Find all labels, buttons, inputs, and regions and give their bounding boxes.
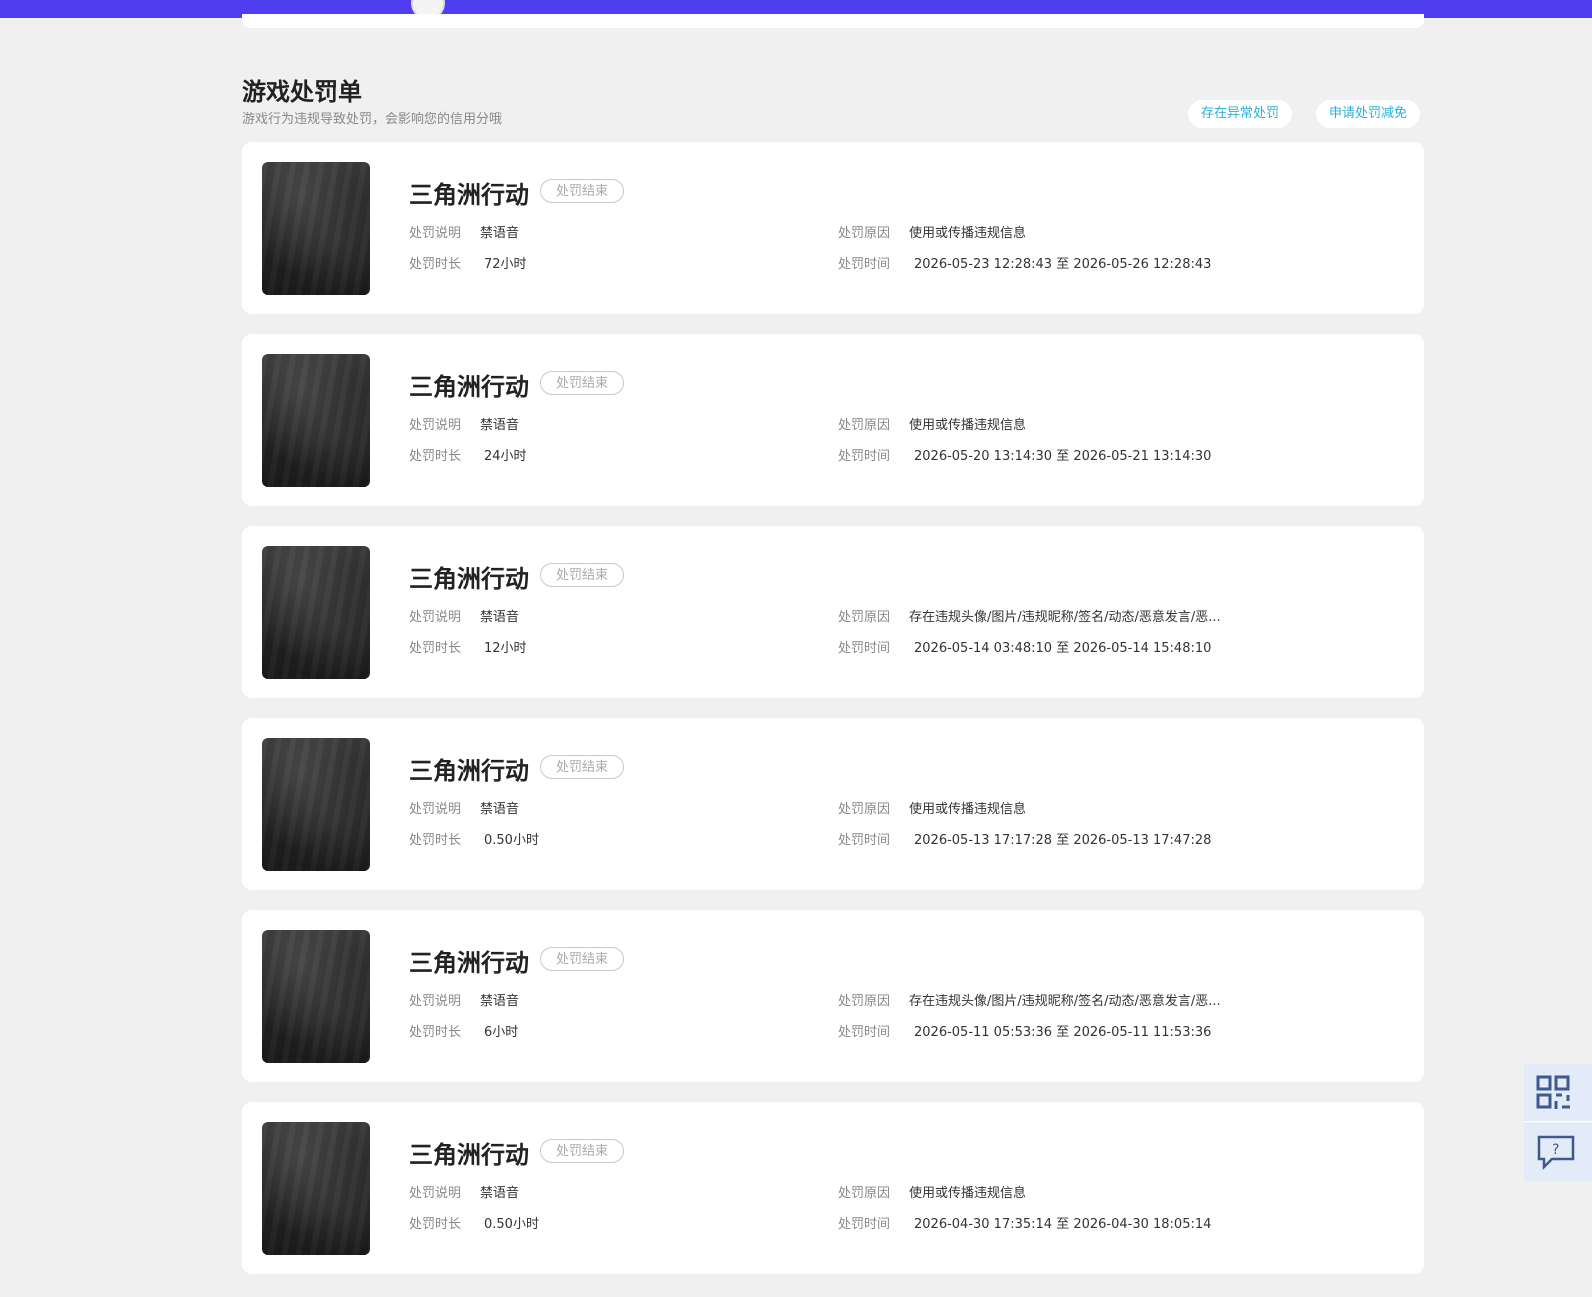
desc-label: 处罚说明 <box>409 610 462 625</box>
reason-label: 处罚原因 <box>838 226 891 241</box>
game-name: 三角洲行动 <box>409 949 529 977</box>
time-label: 处罚时间 <box>838 1217 891 1232</box>
game-name: 三角洲行动 <box>409 373 529 401</box>
desc-value: 禁语音 <box>480 1186 520 1201</box>
duration-value: 6小时 <box>484 1025 519 1040</box>
time-label: 处罚时间 <box>838 641 891 656</box>
svg-text:?: ? <box>1552 1142 1559 1158</box>
status-badge: 处罚结束 <box>540 1139 624 1163</box>
game-cover-image <box>262 738 370 871</box>
reason-value: 使用或传播违规信息 <box>909 418 1027 433</box>
status-badge: 处罚结束 <box>540 371 624 395</box>
game-name: 三角洲行动 <box>409 565 529 593</box>
game-cover-image <box>262 930 370 1063</box>
reason-label: 处罚原因 <box>838 418 891 433</box>
duration-value: 72小时 <box>484 257 527 272</box>
time-value: 2026-05-20 13:14:30 至 2026-05-21 13:14:3… <box>914 449 1212 464</box>
desc-label: 处罚说明 <box>409 1186 462 1201</box>
reason-value: 使用或传播违规信息 <box>909 802 1027 817</box>
desc-label: 处罚说明 <box>409 226 462 241</box>
penalty-card: 三角洲行动 处罚结束 处罚说明 禁语音 处罚时长 0.50小时 处罚原因 使用或… <box>242 1102 1424 1274</box>
desc-value: 禁语音 <box>480 226 520 241</box>
time-value: 2026-05-14 03:48:10 至 2026-05-14 15:48:1… <box>914 641 1212 656</box>
game-cover-image <box>262 1122 370 1255</box>
penalty-card: 三角洲行动 处罚结束 处罚说明 禁语音 处罚时长 6小时 处罚原因 存在违规头像… <box>242 910 1424 1082</box>
penalty-card: 三角洲行动 处罚结束 处罚说明 禁语音 处罚时长 72小时 处罚原因 使用或传播… <box>242 142 1424 314</box>
time-label: 处罚时间 <box>838 257 891 272</box>
duration-value: 24小时 <box>484 449 527 464</box>
duration-label: 处罚时长 <box>409 641 462 656</box>
penalty-card: 三角洲行动 处罚结束 处罚说明 禁语音 处罚时长 24小时 处罚原因 使用或传播… <box>242 334 1424 506</box>
time-value: 2026-04-30 17:35:14 至 2026-04-30 18:05:1… <box>914 1217 1212 1232</box>
reason-label: 处罚原因 <box>838 994 891 1009</box>
time-value: 2026-05-11 05:53:36 至 2026-05-11 11:53:3… <box>914 1025 1212 1040</box>
reason-value: 存在违规头像/图片/违规昵称/签名/动态/恶意发言/恶... <box>909 994 1221 1009</box>
game-name: 三角洲行动 <box>409 181 529 209</box>
penalty-card: 三角洲行动 处罚结束 处罚说明 禁语音 处罚时长 0.50小时 处罚原因 使用或… <box>242 718 1424 890</box>
time-value: 2026-05-23 12:28:43 至 2026-05-26 12:28:4… <box>914 257 1212 272</box>
duration-value: 0.50小时 <box>484 1217 539 1232</box>
desc-label: 处罚说明 <box>409 802 462 817</box>
status-badge: 处罚结束 <box>540 563 624 587</box>
game-cover-image <box>262 162 370 295</box>
desc-label: 处罚说明 <box>409 418 462 433</box>
duration-label: 处罚时长 <box>409 1025 462 1040</box>
desc-label: 处罚说明 <box>409 994 462 1009</box>
report-abnormal-penalty-button[interactable]: 存在异常处罚 <box>1188 100 1293 128</box>
status-badge: 处罚结束 <box>540 179 624 203</box>
page-title: 游戏处罚单 <box>242 78 362 106</box>
desc-value: 禁语音 <box>480 994 520 1009</box>
help-chat-icon: ? <box>1537 1135 1575 1170</box>
desc-value: 禁语音 <box>480 802 520 817</box>
duration-label: 处罚时长 <box>409 257 462 272</box>
reason-value: 使用或传播违规信息 <box>909 226 1027 241</box>
help-chat-button[interactable]: ? <box>1524 1123 1592 1181</box>
desc-value: 禁语音 <box>480 418 520 433</box>
header-card <box>242 14 1424 28</box>
time-value: 2026-05-13 17:17:28 至 2026-05-13 17:47:2… <box>914 833 1212 848</box>
status-badge: 处罚结束 <box>540 947 624 971</box>
reason-value: 存在违规头像/图片/违规昵称/签名/动态/恶意发言/恶... <box>909 610 1221 625</box>
duration-label: 处罚时长 <box>409 449 462 464</box>
duration-value: 0.50小时 <box>484 833 539 848</box>
game-name: 三角洲行动 <box>409 757 529 785</box>
duration-value: 12小时 <box>484 641 527 656</box>
reason-label: 处罚原因 <box>838 802 891 817</box>
apply-penalty-reduction-button[interactable]: 申请处罚减免 <box>1316 100 1421 128</box>
desc-value: 禁语音 <box>480 610 520 625</box>
game-name: 三角洲行动 <box>409 1141 529 1169</box>
game-cover-image <box>262 546 370 679</box>
page-subtitle: 游戏行为违规导致处罚，会影响您的信用分哦 <box>242 112 503 127</box>
duration-label: 处罚时长 <box>409 833 462 848</box>
time-label: 处罚时间 <box>838 833 891 848</box>
reason-label: 处罚原因 <box>838 610 891 625</box>
duration-label: 处罚时长 <box>409 1217 462 1232</box>
penalty-card: 三角洲行动 处罚结束 处罚说明 禁语音 处罚时长 12小时 处罚原因 存在违规头… <box>242 526 1424 698</box>
time-label: 处罚时间 <box>838 1025 891 1040</box>
reason-label: 处罚原因 <box>838 1186 891 1201</box>
time-label: 处罚时间 <box>838 449 891 464</box>
qr-code-icon <box>1536 1075 1570 1109</box>
game-cover-image <box>262 354 370 487</box>
qr-code-button[interactable] <box>1524 1064 1592 1122</box>
status-badge: 处罚结束 <box>540 755 624 779</box>
reason-value: 使用或传播违规信息 <box>909 1186 1027 1201</box>
